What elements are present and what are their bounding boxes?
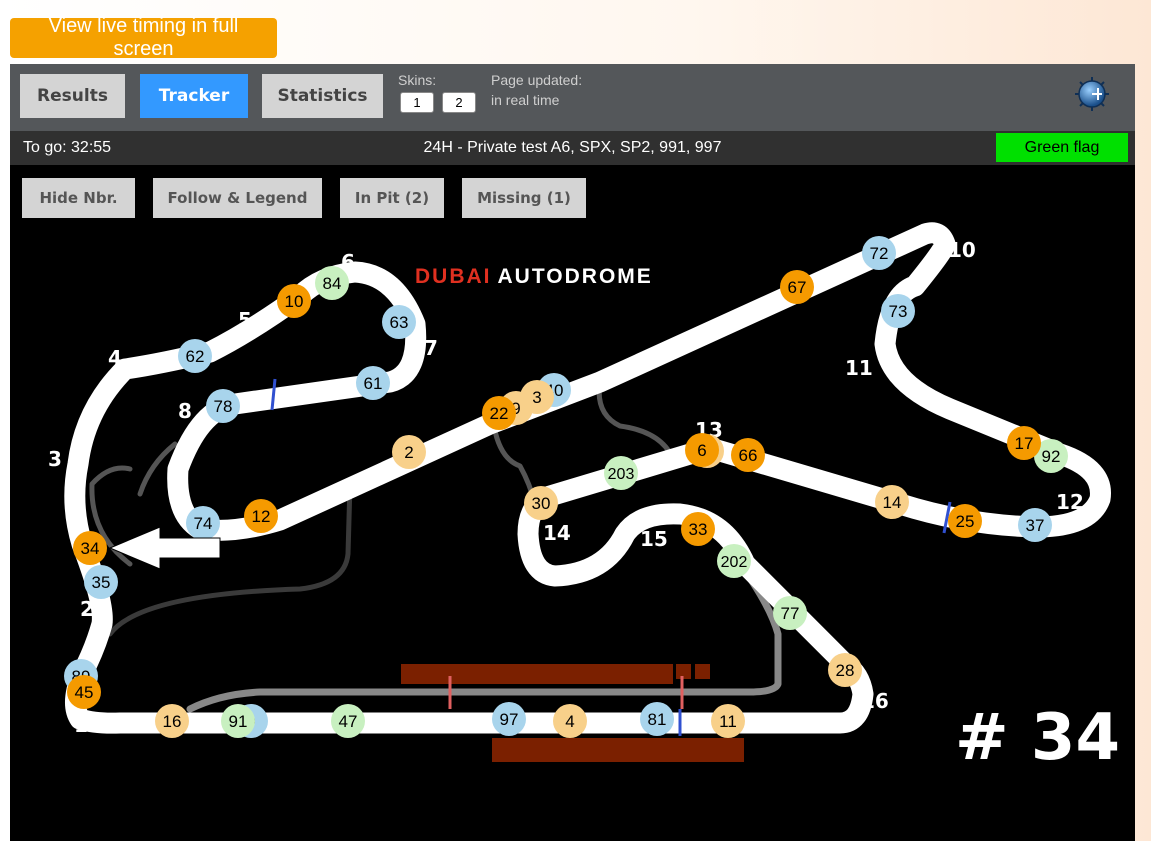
car-marker[interactable]: 35 xyxy=(84,565,118,599)
car-number: 2 xyxy=(404,443,413,462)
car-marker[interactable]: 72 xyxy=(862,236,896,270)
car-marker[interactable]: 81 xyxy=(640,702,674,736)
car-marker[interactable]: 202 xyxy=(717,544,751,578)
car-marker[interactable]: 97 xyxy=(492,702,526,736)
car-marker[interactable]: 22 xyxy=(482,396,516,430)
car-marker[interactable]: 17 xyxy=(1007,426,1041,460)
car-marker[interactable]: 37 xyxy=(1018,508,1052,542)
car-marker[interactable]: 14 xyxy=(875,485,909,519)
car-marker[interactable]: 77 xyxy=(773,596,807,630)
turn-label-8: 8 xyxy=(178,399,192,423)
turn-label-10: 10 xyxy=(948,238,976,262)
car-marker[interactable]: 34 xyxy=(73,531,107,565)
car-marker[interactable]: 28 xyxy=(828,653,862,687)
car-marker[interactable]: 91 xyxy=(221,704,255,738)
turn-label-4: 4 xyxy=(108,346,122,370)
missing-button[interactable]: Missing (1) xyxy=(462,178,586,218)
car-marker[interactable]: 25 xyxy=(948,504,982,538)
turn-label-1: 1 xyxy=(74,713,88,737)
turn-label-11: 11 xyxy=(845,356,873,380)
car-marker[interactable]: 4 xyxy=(553,704,587,738)
car-number: 97 xyxy=(500,710,519,729)
car-marker[interactable]: 11 xyxy=(711,704,745,738)
turn-label-5: 5 xyxy=(238,308,252,332)
car-marker[interactable]: 63 xyxy=(382,305,416,339)
car-number: 16 xyxy=(163,712,182,731)
car-number: 22 xyxy=(490,404,509,423)
car-number: 62 xyxy=(186,347,205,366)
car-marker[interactable]: 47 xyxy=(331,704,365,738)
car-marker[interactable]: 78 xyxy=(206,389,240,423)
car-number: 202 xyxy=(721,554,748,571)
car-marker[interactable]: 30 xyxy=(524,486,558,520)
car-marker[interactable]: 67 xyxy=(780,270,814,304)
car-number: 35 xyxy=(92,573,111,592)
live-timing-panel: Results Tracker Statistics Skins: 1 2 Pa… xyxy=(10,64,1135,841)
car-number: 6 xyxy=(697,441,706,460)
car-number: 63 xyxy=(390,313,409,332)
turn-label-15: 15 xyxy=(640,527,668,551)
car-marker[interactable]: 74 xyxy=(186,506,220,540)
car-number: 61 xyxy=(364,374,383,393)
car-number: 3 xyxy=(532,388,541,407)
turn-label-2: 2 xyxy=(80,597,94,621)
hide-numbers-button[interactable]: Hide Nbr. xyxy=(22,178,135,218)
car-number: 33 xyxy=(689,520,708,539)
car-marker[interactable]: 66 xyxy=(731,438,765,472)
car-number: 12 xyxy=(252,507,271,526)
car-marker[interactable]: 45 xyxy=(67,675,101,709)
car-number: 10 xyxy=(285,292,304,311)
car-number: 77 xyxy=(781,604,800,623)
car-number: 11 xyxy=(719,712,737,731)
in-pit-button[interactable]: In Pit (2) xyxy=(340,178,444,218)
car-marker[interactable]: 10 xyxy=(277,284,311,318)
car-marker[interactable]: 12 xyxy=(244,499,278,533)
turn-label-12: 12 xyxy=(1056,490,1084,514)
car-number: 78 xyxy=(214,397,233,416)
live-timing-fullscreen-button[interactable]: View live timing in full screen xyxy=(10,15,277,60)
car-number: 74 xyxy=(194,514,213,533)
car-marker[interactable]: 6 xyxy=(685,433,719,467)
follow-legend-button[interactable]: Follow & Legend xyxy=(153,178,322,218)
car-marker[interactable]: 16 xyxy=(155,704,189,738)
car-number: 28 xyxy=(836,661,855,680)
turn-label-7: 7 xyxy=(424,336,438,360)
car-number: 67 xyxy=(788,278,807,297)
turn-label-14: 14 xyxy=(543,521,571,545)
car-number: 66 xyxy=(739,446,758,465)
car-number: 91 xyxy=(229,712,248,731)
car-number: 30 xyxy=(532,494,551,513)
car-marker[interactable]: 203 xyxy=(604,456,638,490)
selected-car-number: # 34 xyxy=(955,701,1120,775)
car-number: 34 xyxy=(81,539,100,558)
car-number: 203 xyxy=(608,466,635,483)
car-number: 72 xyxy=(870,244,889,263)
car-marker[interactable]: 84 xyxy=(315,266,349,300)
car-marker[interactable]: 33 xyxy=(681,512,715,546)
turn-label-3: 3 xyxy=(48,447,62,471)
car-number: 37 xyxy=(1026,516,1045,535)
car-number: 25 xyxy=(956,512,975,531)
car-number: 45 xyxy=(75,683,94,702)
car-number: 14 xyxy=(883,493,902,512)
car-marker[interactable]: 61 xyxy=(356,366,390,400)
car-number: 4 xyxy=(565,712,574,731)
car-marker[interactable]: 2 xyxy=(392,435,426,469)
car-marker[interactable]: 73 xyxy=(881,294,915,328)
car-number: 17 xyxy=(1015,434,1034,453)
car-number: 92 xyxy=(1042,447,1061,466)
car-marker[interactable]: 62 xyxy=(178,339,212,373)
turn-label-16: 16 xyxy=(861,689,889,713)
car-number: 47 xyxy=(339,712,358,731)
race-track xyxy=(64,222,1111,734)
track-logo: DUBAI AUTODROME xyxy=(415,265,653,288)
car-number: 73 xyxy=(889,302,908,321)
car-number: 84 xyxy=(323,274,342,293)
car-number: 81 xyxy=(648,710,667,729)
